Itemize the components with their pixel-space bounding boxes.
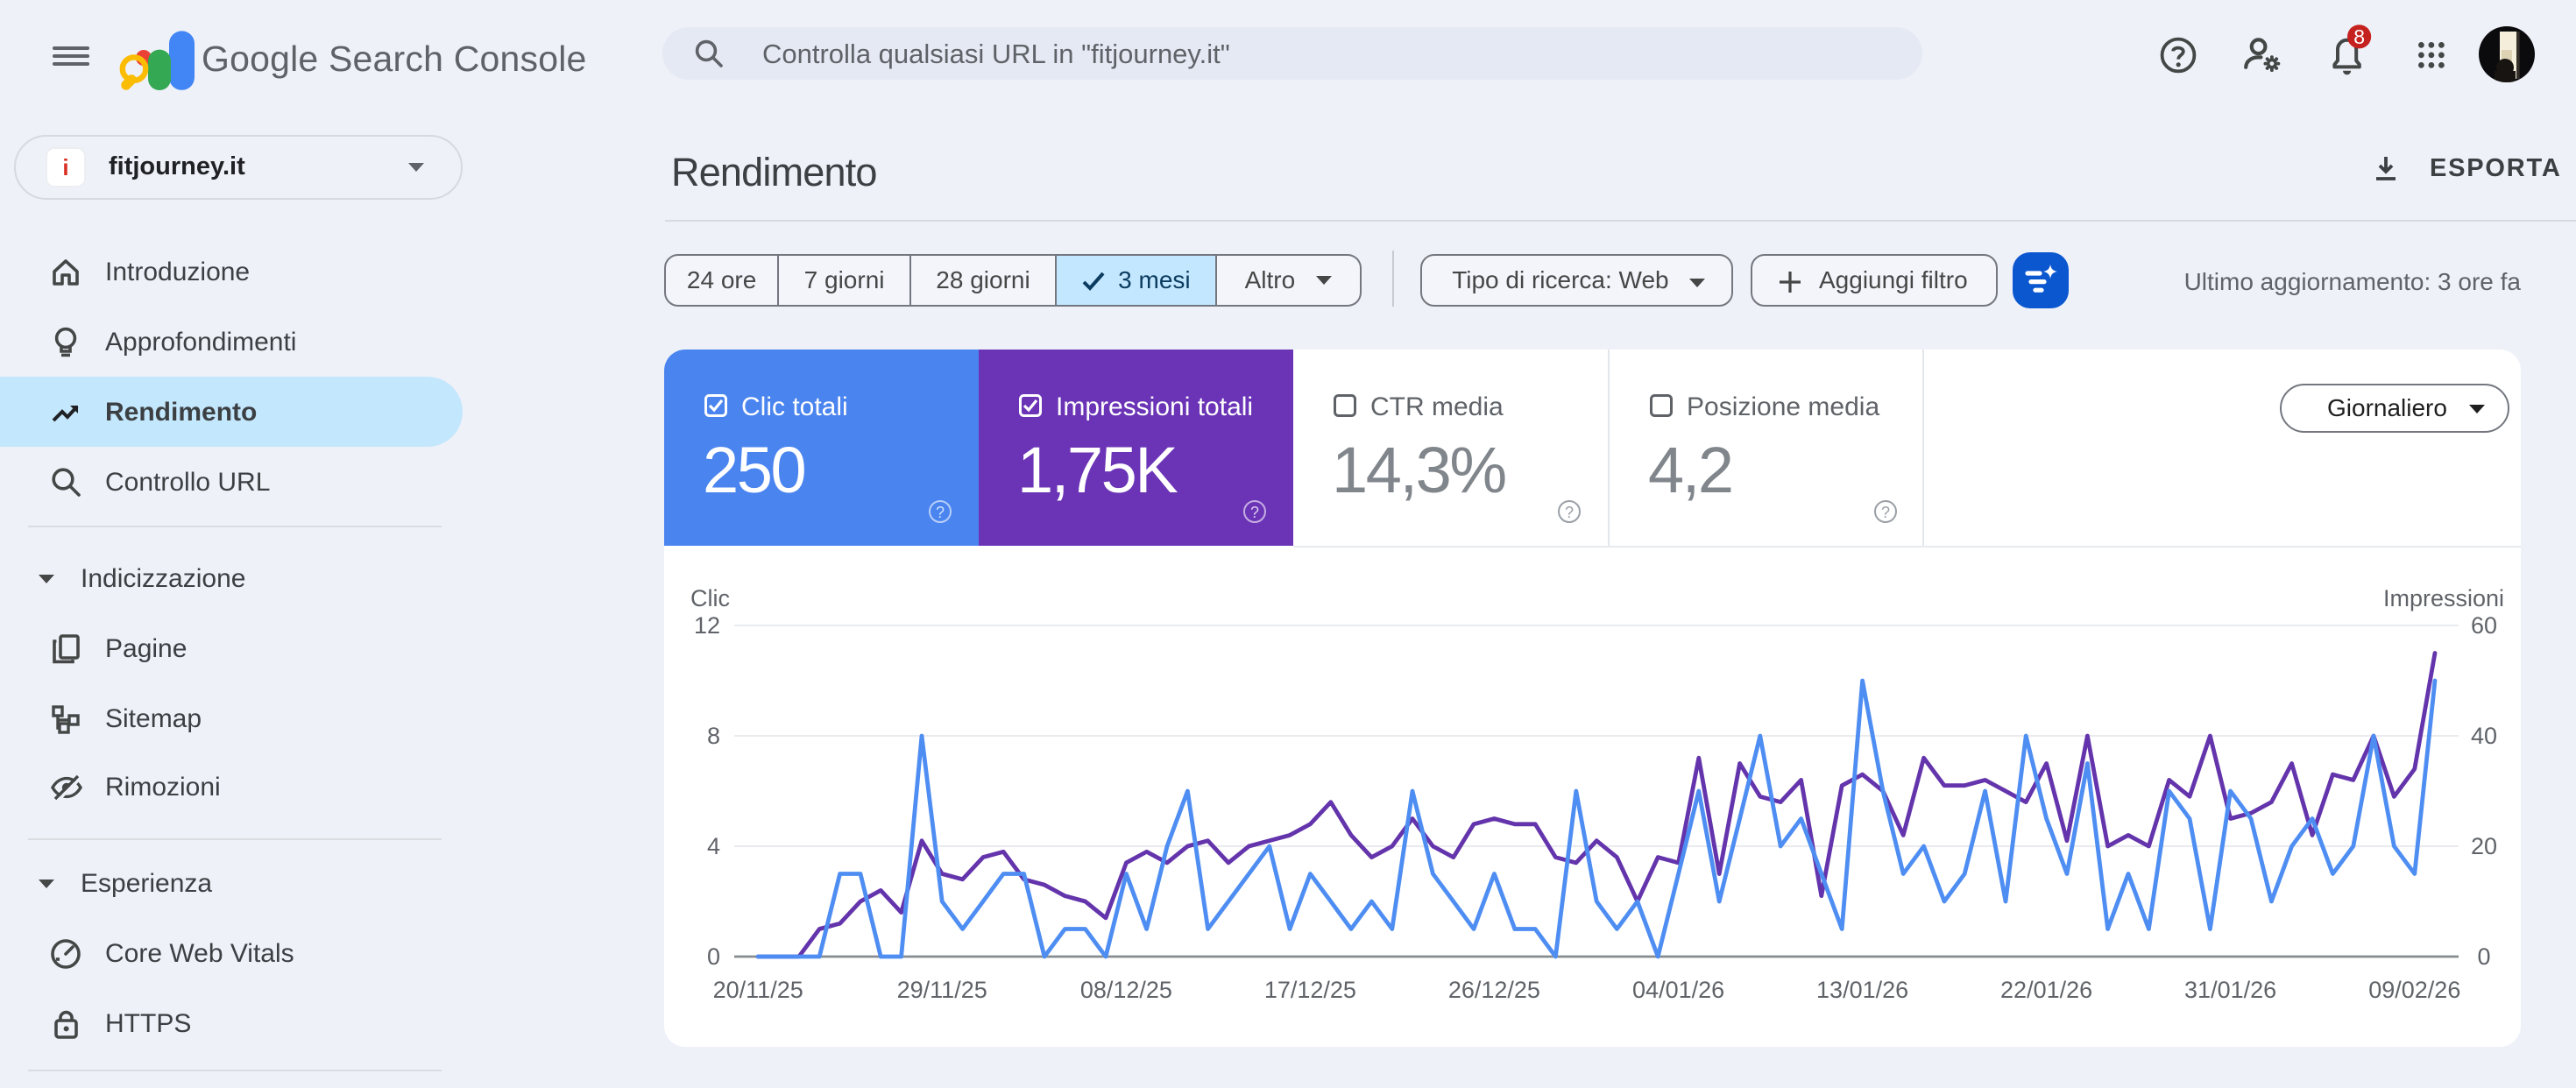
svg-text:22/01/26: 22/01/26 [2000, 977, 2092, 1003]
svg-text:0: 0 [707, 943, 720, 970]
svg-text:0: 0 [2477, 943, 2490, 970]
svg-text:20: 20 [2471, 833, 2497, 859]
svg-text:40: 40 [2471, 723, 2497, 749]
svg-text:Impressioni: Impressioni [2383, 585, 2504, 611]
svg-text:8: 8 [707, 723, 720, 749]
svg-text:60: 60 [2471, 612, 2497, 639]
svg-text:26/12/25: 26/12/25 [1448, 977, 1540, 1003]
svg-text:4: 4 [707, 833, 720, 859]
svg-text:09/02/26: 09/02/26 [2368, 977, 2460, 1003]
svg-text:04/01/26: 04/01/26 [1632, 977, 1724, 1003]
svg-text:17/12/25: 17/12/25 [1264, 977, 1356, 1003]
svg-text:31/01/26: 31/01/26 [2184, 977, 2276, 1003]
svg-text:08/12/25: 08/12/25 [1080, 977, 1172, 1003]
svg-text:29/11/25: 29/11/25 [897, 977, 987, 1003]
svg-text:8: 8 [2353, 25, 2365, 48]
svg-text:Clic: Clic [690, 585, 730, 611]
svg-text:20/11/25: 20/11/25 [713, 977, 803, 1003]
svg-text:13/01/26: 13/01/26 [1816, 977, 1908, 1003]
svg-text:12: 12 [694, 612, 720, 639]
